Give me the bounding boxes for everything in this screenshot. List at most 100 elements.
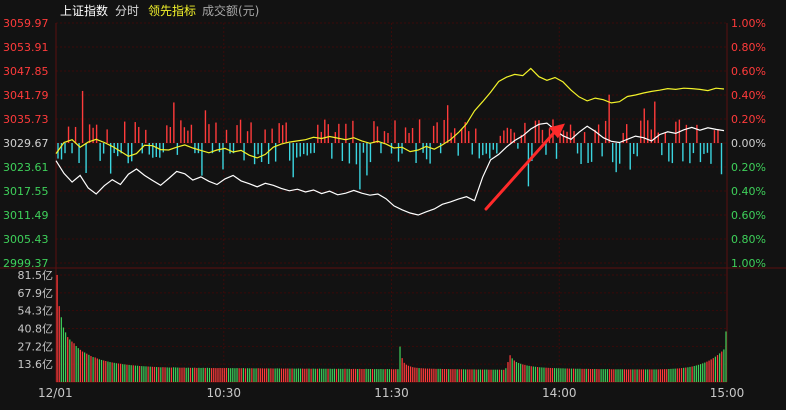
percent-tick-label: 0.40% (731, 185, 766, 198)
volume-bar (666, 369, 668, 382)
volume-bar (208, 367, 211, 382)
volume-bar (219, 367, 221, 382)
volume-bar (405, 364, 407, 382)
volume-bar (348, 368, 350, 382)
volume-bar (456, 369, 458, 382)
volume-bar (409, 366, 412, 382)
volume-bar (162, 367, 164, 382)
volume-bar (189, 367, 192, 382)
volume-bar (632, 369, 634, 382)
volume-bar (155, 367, 158, 382)
volume-bar (318, 368, 321, 382)
volume-bar (354, 368, 357, 382)
volume-bar (367, 369, 369, 382)
volume-bar (577, 368, 579, 382)
volume-bar (562, 368, 564, 382)
volume-bar (553, 368, 556, 382)
volume-bar (587, 368, 590, 382)
percent-tick-label: 1.00% (731, 17, 766, 30)
volume-bar (261, 368, 264, 382)
volume-bar (678, 368, 681, 382)
volume-bar (534, 366, 537, 382)
volume-bar (704, 362, 706, 382)
volume-bar (723, 349, 725, 382)
volume-bar (299, 368, 302, 382)
volume-bar (543, 367, 545, 382)
volume-bar (492, 369, 494, 382)
volume-bar (90, 356, 92, 382)
volume-bar (361, 369, 363, 382)
volume-bar (278, 368, 280, 382)
volume-bar (253, 368, 255, 382)
volume-bar (346, 368, 348, 382)
volume-bar (69, 339, 71, 382)
percent-tick-label: 0.80% (731, 41, 766, 54)
volume-bar (623, 369, 625, 382)
volume-bar (92, 357, 94, 382)
volume-bar (625, 369, 628, 382)
volume-bar (335, 368, 338, 382)
volume-bar (297, 368, 300, 382)
volume-bar (579, 368, 581, 382)
volume-bar (693, 365, 695, 382)
volume-bar (556, 368, 558, 382)
volume-bar (545, 367, 547, 382)
volume-bar (223, 368, 225, 382)
volume-bar (429, 368, 431, 382)
volume-bar (194, 367, 196, 382)
volume-bar (249, 368, 251, 382)
volume-bar (259, 368, 261, 382)
volume-bar (602, 369, 604, 382)
volume-bar (568, 368, 570, 382)
volume-bar (181, 367, 183, 382)
volume-bar (340, 368, 342, 382)
percent-axis-labels: 1.00% 0.80% 0.60% 0.40% 0.20% 0.00% 0.20% 0.40%… (731, 17, 766, 270)
volume-bar (532, 366, 534, 382)
volume-bar (619, 369, 621, 382)
volume-bar (505, 368, 507, 382)
volume-bar (293, 368, 295, 382)
buy-sell-bars (57, 90, 723, 190)
volume-bar (128, 364, 130, 382)
volume-bar (308, 368, 310, 382)
volume-bar (670, 368, 672, 382)
volume-bar (536, 367, 539, 382)
volume-bar (200, 367, 202, 382)
percent-tick-label: 1.00% (731, 257, 766, 270)
volume-bar (507, 362, 509, 382)
percent-tick-label: 0.80% (731, 233, 766, 246)
volume-bar (454, 369, 456, 382)
volume-bar (170, 367, 173, 382)
volume-bar (659, 369, 661, 382)
time-tick-label: 15:00 (710, 386, 745, 400)
volume-bar (490, 369, 492, 382)
volume-bar (515, 362, 518, 382)
volume-bar (329, 368, 331, 382)
volume-bar (183, 367, 185, 382)
volume-bar (274, 368, 276, 382)
volume-bar (177, 367, 179, 382)
volume-bar (403, 362, 405, 382)
volume-bar (280, 368, 283, 382)
price-tick-label: 3017.55 (3, 185, 49, 198)
volume-tick-label: 54.3亿 (18, 305, 54, 318)
volume-bar (338, 368, 340, 382)
volume-bar (272, 368, 274, 382)
volume-bar (608, 369, 611, 382)
volume-bar (117, 363, 120, 382)
volume-bar (566, 368, 568, 382)
volume-bar (547, 367, 549, 382)
volume-bar (312, 368, 314, 382)
volume-bar (467, 369, 469, 382)
volume-bar (331, 368, 333, 382)
volume-bar (153, 366, 156, 382)
volume-bar (486, 369, 488, 382)
volume-bar (437, 368, 439, 382)
volume-bar (683, 367, 685, 382)
volume-bar (382, 369, 384, 382)
volume-bar (634, 369, 636, 382)
volume-bar (460, 369, 463, 382)
volume-bar (172, 367, 175, 382)
volume-bar (211, 368, 213, 382)
intraday-chart[interactable]: 3059.97 3053.91 3047.85 3041.79 3035.73 3029.… (0, 0, 786, 410)
